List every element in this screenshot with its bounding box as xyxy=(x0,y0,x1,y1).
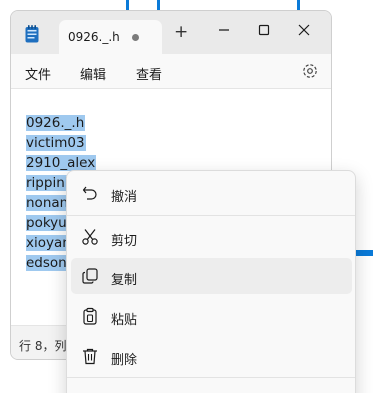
selected-text: nonan xyxy=(26,195,70,211)
background-accent-line xyxy=(157,0,160,10)
menu-divider xyxy=(67,377,355,378)
scissors-icon xyxy=(82,229,98,245)
selected-text: victim03 xyxy=(26,135,86,151)
close-icon[interactable] xyxy=(291,17,317,43)
menu-item-copy[interactable]: 复制 xyxy=(71,258,352,294)
menu-item-paste[interactable]: 粘贴 xyxy=(71,298,352,334)
background-accent-line xyxy=(356,250,373,256)
text-line: xioyan xyxy=(26,233,72,253)
context-menu: 撤消 剪切 复制 粘贴 删除 xyxy=(66,170,356,393)
notepad-app-icon xyxy=(25,25,39,43)
tab-title: 0926._.h xyxy=(68,30,120,44)
cursor-position: 行 8，列 xyxy=(19,339,67,353)
new-tab-plus-icon[interactable]: + xyxy=(174,24,188,41)
menu-item-cut[interactable]: 剪切 xyxy=(71,219,352,255)
paste-icon xyxy=(83,307,97,325)
selected-text: 0926._.h xyxy=(26,115,86,131)
menu-view[interactable]: 查看 xyxy=(136,64,162,83)
selected-text: xioyan xyxy=(26,235,72,251)
text-line: 0926._.h xyxy=(26,113,86,133)
minimize-icon[interactable] xyxy=(211,17,237,43)
menu-item-delete[interactable]: 删除 xyxy=(71,338,352,374)
menu-item-label: 剪切 xyxy=(111,234,138,249)
gear-icon[interactable] xyxy=(301,62,319,80)
text-line: pokyu xyxy=(26,213,68,233)
menu-item-undo[interactable]: 撤消 xyxy=(71,175,352,211)
menu-item-label: 撤消 xyxy=(111,190,138,205)
selected-text: pokyu xyxy=(26,215,68,231)
menu-divider xyxy=(67,215,355,216)
tab-file[interactable]: 0926._.h xyxy=(59,20,162,54)
background-accent-line xyxy=(126,0,129,10)
unsaved-dot-icon[interactable] xyxy=(132,34,139,41)
copy-icon xyxy=(82,268,98,284)
title-bar: 0926._.h + xyxy=(11,11,331,54)
trash-icon xyxy=(83,348,97,365)
text-line: edson xyxy=(26,253,68,273)
selected-text: 2910_alex xyxy=(26,155,97,171)
menu-edit[interactable]: 编辑 xyxy=(80,64,106,83)
maximize-icon[interactable] xyxy=(251,17,277,43)
selected-text: edson xyxy=(26,255,68,271)
text-line: victim03 xyxy=(26,133,86,153)
menu-file[interactable]: 文件 xyxy=(25,64,51,83)
background-accent-line xyxy=(297,0,300,10)
menu-item-label: 复制 xyxy=(111,273,138,288)
text-line: nonan xyxy=(26,193,70,213)
menu-item-label: 删除 xyxy=(111,353,138,368)
menu-bar: 文件 编辑 查看 xyxy=(11,54,331,88)
undo-icon xyxy=(82,186,97,200)
menu-item-label: 粘贴 xyxy=(111,313,138,328)
